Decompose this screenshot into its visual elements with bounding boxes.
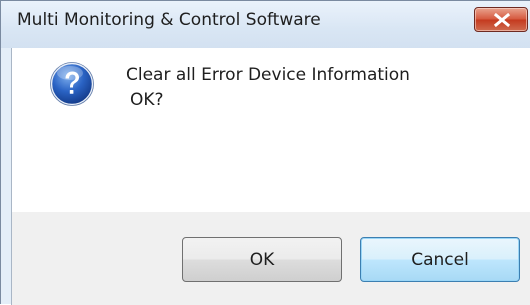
message-text-line1: Clear all Error Device Information [126, 65, 410, 85]
ok-button[interactable]: OK [182, 237, 342, 282]
dialog-window: Multi Monitoring & Control Software Clea… [0, 0, 530, 305]
close-icon [493, 13, 511, 27]
cancel-button[interactable]: Cancel [360, 237, 520, 282]
title-bar[interactable]: Multi Monitoring & Control Software [1, 1, 530, 48]
question-icon [50, 62, 94, 106]
dialog-title: Multi Monitoring & Control Software [17, 10, 321, 30]
close-button[interactable] [474, 7, 528, 32]
message-text-line2: OK? [130, 90, 164, 110]
